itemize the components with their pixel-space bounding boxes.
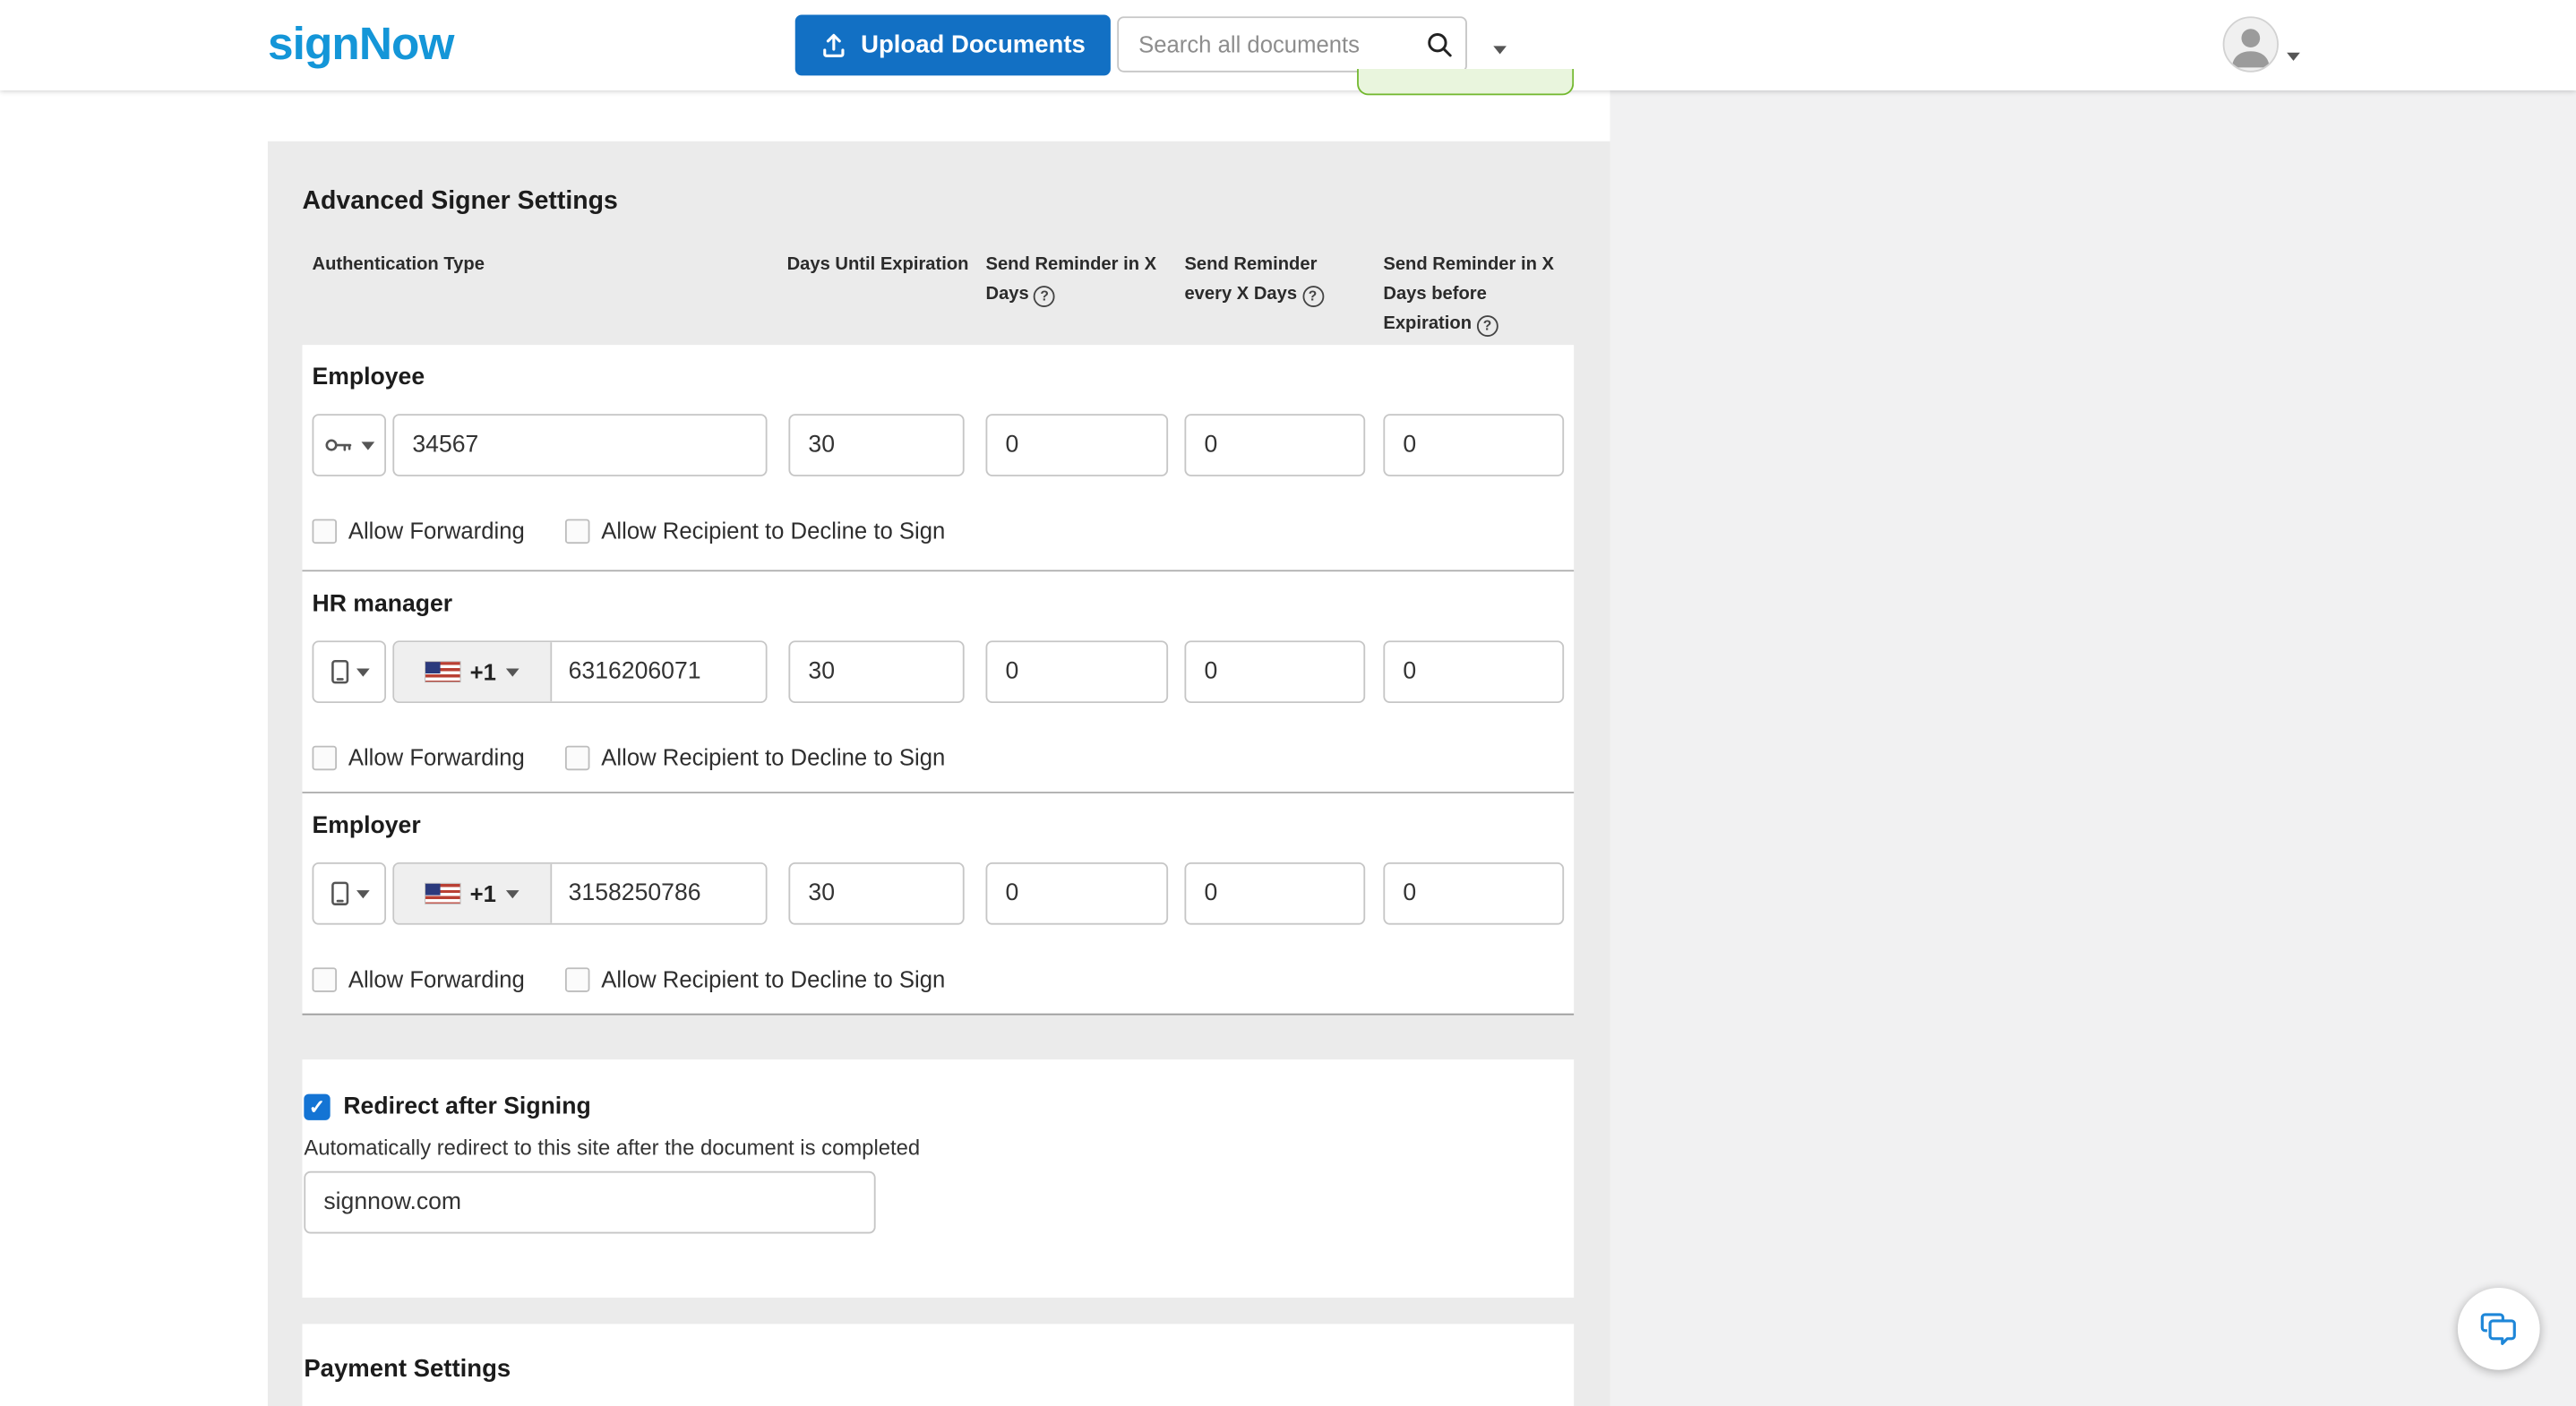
decline-to-sign-checkbox[interactable] (564, 518, 590, 544)
signer-name: Employer (312, 812, 421, 840)
help-icon[interactable]: ? (1034, 286, 1056, 307)
reminder-every-days-input[interactable] (1184, 414, 1366, 476)
chevron-down-icon (505, 667, 519, 676)
advanced-signer-settings-panel: Advanced Signer Settings Authentication … (267, 141, 1610, 1406)
chevron-down-icon (505, 889, 519, 898)
signer-card-employer: Employer +1 Allow For (302, 793, 1575, 1016)
top-bar: signNow Upload Documents (0, 0, 2576, 90)
allow-forwarding-checkbox[interactable] (312, 518, 338, 544)
upload-button-label: Upload Documents (861, 30, 1086, 60)
expiration-days-input[interactable] (788, 640, 965, 704)
decline-to-sign-label[interactable]: Allow Recipient to Decline to Sign (601, 518, 945, 544)
country-code-select[interactable]: +1 (394, 863, 553, 923)
auth-type-select[interactable] (312, 414, 387, 476)
us-flag-icon (425, 662, 460, 682)
allow-forwarding-group: Allow Forwarding (312, 516, 525, 545)
payment-settings-title: Payment Settings (304, 1355, 511, 1384)
help-icon[interactable]: ? (1301, 286, 1324, 307)
allow-forwarding-group: Allow Forwarding (312, 742, 525, 772)
person-icon (2224, 29, 2277, 71)
allow-forwarding-checkbox[interactable] (312, 966, 338, 991)
auth-code-input[interactable] (392, 414, 768, 476)
country-code-label: +1 (469, 658, 496, 685)
reminder-in-days-input[interactable] (985, 414, 1169, 476)
chevron-down-icon (356, 889, 369, 898)
redirect-url-input[interactable] (304, 1170, 876, 1234)
decline-to-sign-label[interactable]: Allow Recipient to Decline to Sign (601, 744, 945, 770)
search-options-caret[interactable] (1487, 30, 1513, 56)
phone-icon (330, 659, 349, 685)
key-icon (323, 433, 355, 457)
us-flag-icon (425, 883, 460, 904)
allow-forwarding-label[interactable]: Allow Forwarding (348, 744, 525, 770)
reminder-in-days-input[interactable] (985, 640, 1169, 704)
chat-support-button[interactable] (2457, 1287, 2540, 1370)
expiration-days-input[interactable] (788, 862, 965, 925)
phone-number-input[interactable] (552, 863, 766, 923)
allow-forwarding-label[interactable]: Allow Forwarding (348, 965, 525, 991)
chat-bubbles-icon (2477, 1307, 2520, 1350)
country-code-select[interactable]: +1 (394, 642, 553, 702)
search-input[interactable] (1119, 18, 1428, 71)
phone-icon (330, 880, 349, 906)
redirect-after-signing-checkbox[interactable]: ✓ (304, 1093, 331, 1120)
signer-card-employee: Employee Allow Forwarding Allow Recipien… (302, 345, 1575, 572)
expiration-days-input[interactable] (788, 414, 965, 476)
user-avatar[interactable] (2222, 16, 2280, 73)
country-code-label: +1 (469, 880, 496, 907)
column-header-reminder-every: Send Reminder every X Days? (1184, 250, 1365, 309)
chevron-down-icon (361, 441, 375, 450)
decline-to-sign-group: Allow Recipient to Decline to Sign (564, 516, 945, 545)
reminder-in-days-input[interactable] (985, 862, 1169, 925)
decline-to-sign-checkbox[interactable] (564, 966, 590, 991)
allow-forwarding-checkbox[interactable] (312, 744, 338, 770)
signer-card-hr-manager: HR manager +1 Allow F (302, 571, 1575, 793)
document-search[interactable] (1117, 16, 1467, 73)
avatar-menu-caret[interactable] (2287, 39, 2300, 69)
upload-icon (820, 31, 847, 59)
column-header-reminder-in: Send Reminder in X Days? (986, 250, 1160, 309)
phone-number-group: +1 (392, 862, 768, 925)
phone-number-input[interactable] (552, 642, 766, 702)
column-header-expiration: Days Until Expiration (786, 254, 969, 275)
reminder-every-days-input[interactable] (1184, 862, 1366, 925)
upload-documents-button[interactable]: Upload Documents (794, 14, 1111, 76)
reminder-before-expiration-input[interactable] (1383, 862, 1565, 925)
column-header-reminder-before: Send Reminder in X Days before Expiratio… (1383, 250, 1557, 339)
decline-to-sign-group: Allow Recipient to Decline to Sign (564, 964, 945, 994)
chevron-down-icon (1493, 46, 1507, 55)
page: signNow Upload Documents Advanced Sig (0, 0, 2576, 1406)
decline-to-sign-checkbox[interactable] (564, 744, 590, 770)
payment-settings-card: Payment Settings (302, 1324, 1575, 1406)
redirect-description: Automatically redirect to this site afte… (304, 1135, 921, 1160)
reminder-before-expiration-input[interactable] (1383, 640, 1565, 704)
decline-to-sign-label[interactable]: Allow Recipient to Decline to Sign (601, 965, 945, 991)
column-header-auth-type: Authentication Type (312, 254, 485, 275)
signer-name: Employee (312, 364, 425, 391)
allow-forwarding-label[interactable]: Allow Forwarding (348, 518, 525, 544)
auth-type-select[interactable] (312, 862, 387, 925)
chevron-down-icon (356, 667, 369, 676)
signnow-logo[interactable]: signNow (268, 18, 454, 71)
allow-forwarding-group: Allow Forwarding (312, 964, 525, 994)
partial-green-button[interactable] (1357, 69, 1575, 96)
auth-type-select[interactable] (312, 640, 387, 704)
help-icon[interactable]: ? (1476, 315, 1498, 338)
signer-name: HR manager (312, 591, 453, 618)
redirect-after-signing-card: ✓ Redirect after Signing Automatically r… (302, 1059, 1575, 1299)
reminder-before-expiration-input[interactable] (1383, 414, 1565, 476)
chevron-down-icon (2287, 52, 2300, 61)
page-backdrop (1610, 90, 2576, 1406)
phone-number-group: +1 (392, 640, 768, 704)
search-icon[interactable] (1422, 30, 1455, 63)
redirect-after-signing-label[interactable]: Redirect after Signing (343, 1094, 590, 1120)
reminder-every-days-input[interactable] (1184, 640, 1366, 704)
decline-to-sign-group: Allow Recipient to Decline to Sign (564, 742, 945, 772)
section-title: Advanced Signer Settings (302, 187, 618, 216)
